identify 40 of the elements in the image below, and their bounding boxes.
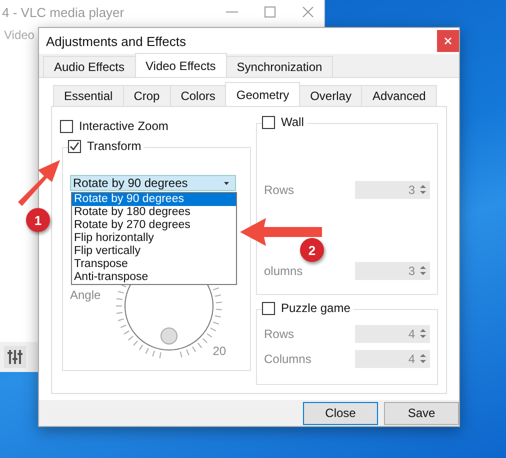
dialog-title: Adjustments and Effects	[46, 34, 186, 48]
tab[interactable]: Video Effects	[134, 53, 227, 77]
checkbox[interactable]	[60, 120, 73, 132]
checkbox-label: Interactive Zoom	[79, 119, 168, 133]
checkbox-label: Puzzle game	[281, 301, 350, 315]
tab[interactable]: Advanced	[361, 85, 437, 106]
checkbox[interactable]	[68, 140, 81, 152]
checkbox[interactable]	[262, 116, 275, 128]
dropdown-option[interactable]: Rotate by 90 degrees	[72, 193, 236, 206]
checkbox-label: Transform	[87, 139, 142, 153]
tab[interactable]: Essential	[53, 85, 124, 106]
angle-label: Angle	[70, 288, 101, 302]
checkbox[interactable]	[262, 302, 275, 314]
dropdown-option[interactable]: Flip horizontally	[72, 232, 236, 245]
field-label: Columns	[264, 352, 312, 366]
tab[interactable]: Crop	[122, 85, 171, 106]
tab[interactable]: Colors	[170, 85, 226, 106]
equalizer-icon[interactable]	[4, 346, 26, 368]
checkbox-label: Wall	[281, 115, 304, 129]
tab[interactable]: Synchronization	[226, 56, 334, 77]
field-label: Rows	[264, 182, 294, 196]
dialog-button[interactable]: Save	[384, 402, 459, 424]
tab[interactable]: Overlay	[299, 85, 362, 106]
caret-icon	[224, 182, 229, 184]
dropdown-option[interactable]: Transpose	[72, 258, 236, 271]
dropdown-option[interactable]: Rotate by 270 degrees	[72, 219, 236, 232]
angle-reading: 20	[212, 344, 226, 358]
field-label: Rows	[264, 326, 294, 340]
close-icon[interactable]	[302, 6, 314, 18]
close-button[interactable]	[437, 30, 459, 52]
tab[interactable]: Audio Effects	[43, 56, 136, 77]
window-title: 4 - VLC media player	[2, 4, 124, 20]
maximize-icon[interactable]	[264, 6, 276, 18]
dialog-button[interactable]: Close	[303, 402, 378, 424]
dropdown[interactable]: Rotate by 90 degrees	[70, 175, 236, 191]
close-icon	[444, 37, 452, 45]
dropdown-option[interactable]: Flip vertically	[72, 245, 236, 258]
dropdown-option[interactable]: Rotate by 180 degrees	[72, 206, 236, 219]
field-label: olumns	[264, 264, 303, 278]
dropdown-option[interactable]: Anti-transpose	[72, 271, 236, 284]
